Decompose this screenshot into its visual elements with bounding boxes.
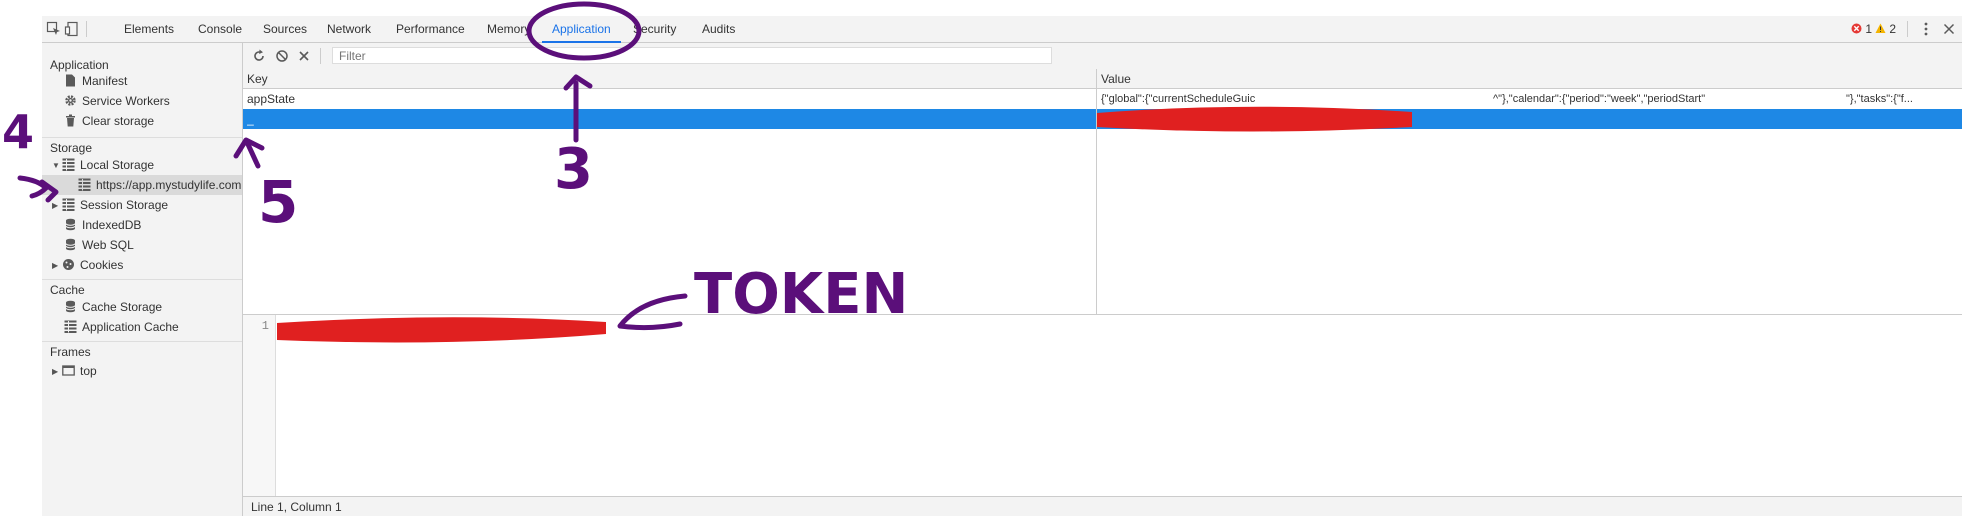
row-value-start: {"global":{"currentScheduleGuic xyxy=(1101,93,1256,105)
database-icon xyxy=(64,217,77,231)
sidebar-item-label: Web SQL xyxy=(82,238,134,252)
toolbar-divider xyxy=(1907,21,1908,37)
sidebar-item-label: Application Cache xyxy=(82,320,179,334)
warning-counter[interactable]: 2 xyxy=(1875,21,1896,37)
tab-security[interactable]: Security xyxy=(629,16,680,42)
tab-performance[interactable]: Performance xyxy=(392,16,469,42)
sidebar-item-manifest[interactable]: Manifest xyxy=(64,71,127,91)
sidebar-item-web-sql[interactable]: Web SQL xyxy=(64,235,134,255)
collapse-arrow-icon[interactable]: ▶ xyxy=(52,362,60,382)
tab-console[interactable]: Console xyxy=(194,16,246,42)
table-row-selected[interactable]: _ xyxy=(243,109,1962,129)
grid-icon xyxy=(62,157,75,171)
collapse-arrow-icon[interactable]: ▶ xyxy=(52,196,60,216)
error-counter[interactable]: 1 xyxy=(1851,21,1872,37)
storage-main-panel: Key Value appState {"global":{"currentSc… xyxy=(243,43,1962,516)
tab-memory[interactable]: Memory xyxy=(483,16,534,42)
sidebar-item-label: top xyxy=(80,364,97,378)
tab-network[interactable]: Network xyxy=(323,16,375,42)
table-row[interactable]: appState {"global":{"currentScheduleGuic… xyxy=(243,89,1962,109)
error-icon xyxy=(1851,23,1862,34)
close-icon[interactable] xyxy=(1941,21,1957,37)
database-icon xyxy=(64,299,77,313)
panel-tab-bar: Elements Console Sources Network Perform… xyxy=(42,16,1962,43)
row-key: _ xyxy=(247,112,254,126)
sidebar-item-cache-storage[interactable]: Cache Storage xyxy=(64,297,162,317)
sidebar-item-label: Session Storage xyxy=(80,198,169,212)
section-divider xyxy=(42,279,242,280)
refresh-icon[interactable] xyxy=(251,48,267,64)
inspect-element-icon[interactable] xyxy=(46,21,62,37)
sidebar-item-local-storage[interactable]: ▼ Local Storage xyxy=(52,155,154,175)
section-title-storage: Storage xyxy=(50,141,93,155)
sidebar-item-label: Cookies xyxy=(80,258,124,272)
column-header-value[interactable]: Value xyxy=(1097,69,1962,89)
row-value-end: "},"tasks":{"f... xyxy=(1846,93,1913,105)
section-divider xyxy=(42,137,242,138)
sidebar-item-indexeddb[interactable]: IndexedDB xyxy=(64,215,141,235)
sidebar-item-service-workers[interactable]: Service Workers xyxy=(64,91,170,111)
tab-sources[interactable]: Sources xyxy=(259,16,311,42)
section-title-cache: Cache xyxy=(50,283,85,297)
sidebar-item-label: Cache Storage xyxy=(82,300,163,314)
sidebar-item-label: IndexedDB xyxy=(82,218,142,232)
toolbar-divider xyxy=(320,48,321,64)
row-value xyxy=(1101,109,1961,129)
sidebar-item-session-storage[interactable]: ▶ Session Storage xyxy=(52,195,168,215)
sidebar-item-label: Manifest xyxy=(82,74,128,88)
row-value: {"global":{"currentScheduleGuic ^"},"cal… xyxy=(1101,89,1961,109)
warning-icon xyxy=(1875,23,1886,33)
expand-arrow-icon[interactable]: ▼ xyxy=(52,156,60,176)
tab-elements[interactable]: Elements xyxy=(120,16,178,42)
warning-count: 2 xyxy=(1889,22,1897,36)
row-key: appState xyxy=(247,92,296,106)
gear-icon xyxy=(64,93,77,106)
devtools-window: Elements Console Sources Network Perform… xyxy=(42,16,1962,516)
annotation-label-4: 4 xyxy=(2,105,34,159)
sidebar-item-label: https://app.mystudylife.com xyxy=(96,178,242,192)
section-divider xyxy=(42,341,242,342)
frame-icon xyxy=(62,363,75,376)
cursor-position: Line 1, Column 1 xyxy=(251,500,342,514)
clear-all-icon[interactable] xyxy=(274,48,290,64)
section-title-frames: Frames xyxy=(50,345,91,359)
sidebar-item-label: Clear storage xyxy=(82,114,155,128)
storage-toolbar xyxy=(243,43,1962,70)
editor-status-bar: Line 1, Column 1 xyxy=(243,496,1962,516)
sidebar-item-cookies[interactable]: ▶ Cookies xyxy=(52,255,123,275)
sidebar-item-label: Service Workers xyxy=(82,94,170,108)
tab-audits[interactable]: Audits xyxy=(698,16,739,42)
error-count: 1 xyxy=(1865,22,1873,36)
sidebar-item-frame-top[interactable]: ▶ top xyxy=(52,361,97,381)
value-preview-editor[interactable]: 1 xyxy=(243,314,1962,497)
collapse-arrow-icon[interactable]: ▶ xyxy=(52,256,60,276)
cookie-icon xyxy=(62,257,75,270)
device-toolbar-icon[interactable] xyxy=(64,21,80,37)
tab-application[interactable]: Application xyxy=(542,16,621,43)
delete-selected-icon[interactable] xyxy=(296,48,312,64)
column-header-key[interactable]: Key xyxy=(243,69,1096,89)
database-icon xyxy=(64,237,77,251)
line-number: 1 xyxy=(261,319,269,333)
row-value-middle: ^"},"calendar":{"period":"week","periodS… xyxy=(1493,93,1706,105)
application-sidebar: Application Manifest Service Workers Cle… xyxy=(42,43,243,516)
sidebar-item-label: Local Storage xyxy=(80,158,155,172)
section-title-application: Application xyxy=(50,58,109,72)
line-number-gutter: 1 xyxy=(243,315,276,497)
sidebar-item-application-cache[interactable]: Application Cache xyxy=(64,317,179,337)
grid-icon xyxy=(64,319,77,333)
sidebar-item-clear-storage[interactable]: Clear storage xyxy=(64,111,154,131)
grid-icon xyxy=(78,177,91,191)
toolbar-divider xyxy=(86,21,87,37)
filter-input[interactable] xyxy=(332,47,1052,64)
more-options-icon[interactable] xyxy=(1918,21,1934,37)
trash-icon xyxy=(64,113,77,127)
grid-icon xyxy=(62,197,75,211)
storage-table: Key Value appState {"global":{"currentSc… xyxy=(243,69,1962,314)
column-divider[interactable] xyxy=(1096,69,1097,314)
sidebar-item-local-storage-origin[interactable]: https://app.mystudylife.com xyxy=(42,175,242,195)
document-icon xyxy=(64,73,77,87)
